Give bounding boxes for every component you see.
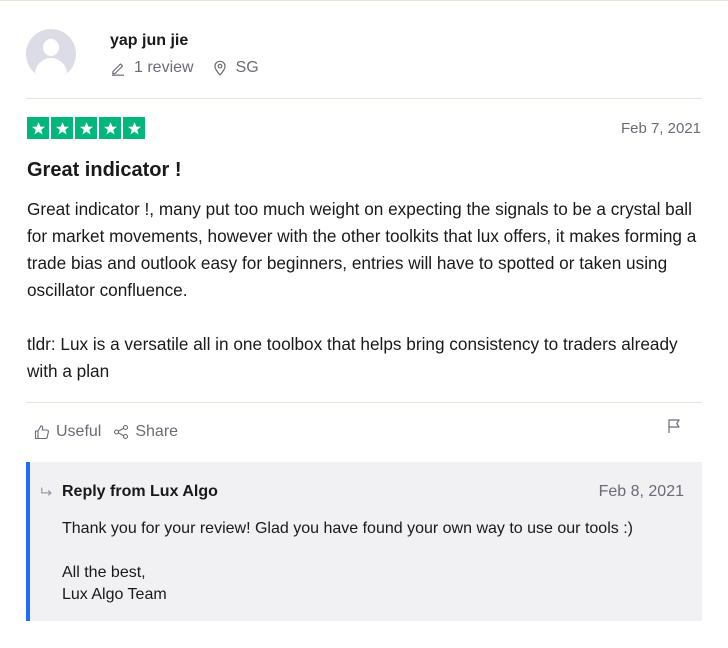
review-card: yap jun jie 1 review SG Feb 7, 2021 Grea…: [0, 0, 728, 648]
reply-signoff: All the best, Lux Algo Team: [62, 562, 682, 606]
useful-label: Useful: [56, 423, 102, 440]
review-date: Feb 7, 2021: [620, 120, 701, 137]
reply-arrow-icon: [41, 487, 52, 496]
reply-title: Reply from Lux Algo: [62, 483, 218, 500]
review-paragraph-1: Great indicator !, many put too much wei…: [27, 199, 697, 300]
reviewer-header: yap jun jie 1 review SG: [26, 29, 259, 79]
star-icon: [99, 117, 121, 139]
useful-button[interactable]: Useful: [34, 423, 101, 441]
header-divider: [26, 98, 702, 99]
share-button[interactable]: Share: [113, 423, 178, 441]
location-pin-icon: [213, 60, 226, 76]
star-icon: [51, 117, 73, 139]
actions-divider: [26, 402, 702, 403]
share-icon: [114, 424, 129, 440]
reply-paragraph-1: Thank you for your review! Glad you have…: [62, 520, 633, 537]
reply-date: Feb 8, 2021: [598, 483, 684, 500]
star-rating: [27, 117, 145, 139]
review-count-label: 1 review: [134, 59, 194, 76]
location-label: SG: [235, 59, 259, 76]
avatar-head-shape: [43, 39, 59, 56]
star-icon: [75, 117, 97, 139]
review-body: Great indicator !, many put too much wei…: [27, 196, 707, 385]
pencil-icon: [112, 63, 124, 76]
flag-icon: [668, 419, 680, 433]
review-count: 1 review: [110, 59, 194, 77]
avatar-body-shape: [35, 58, 67, 79]
star-icon: [27, 117, 49, 139]
share-label: Share: [135, 423, 179, 440]
reviewer-info: yap jun jie 1 review SG: [110, 31, 259, 79]
avatar[interactable]: [26, 29, 76, 79]
reviewer-meta: 1 review SG: [110, 59, 259, 77]
review-title[interactable]: Great indicator !: [27, 159, 181, 182]
reply-body: Thank you for your review! Glad you have…: [62, 518, 682, 606]
company-reply: Reply from Lux Algo Feb 8, 2021 Thank yo…: [26, 462, 702, 621]
review-paragraph-2: tldr: Lux is a versatile all in one tool…: [27, 334, 678, 381]
reply-signoff-line-1: All the best,: [62, 564, 146, 581]
reply-signoff-line-2: Lux Algo Team: [62, 586, 167, 603]
reviewer-location: SG: [212, 59, 259, 77]
review-actions: Useful Share: [34, 423, 178, 441]
report-button[interactable]: [666, 418, 682, 439]
thumbs-up-icon: [34, 425, 49, 440]
star-icon: [123, 117, 145, 139]
reviewer-name[interactable]: yap jun jie: [110, 31, 259, 51]
reply-header: Reply from Lux Algo: [40, 483, 218, 501]
